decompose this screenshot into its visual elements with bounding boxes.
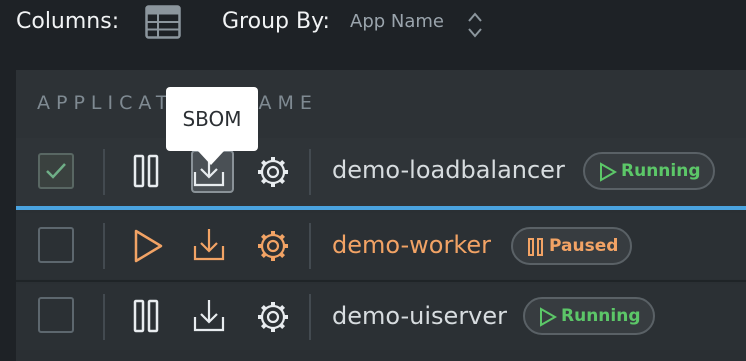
columns-label: Columns: [16, 9, 120, 34]
row-checkbox[interactable] [38, 227, 74, 263]
row-divider [16, 280, 746, 282]
table-header: APPLICATION NAME [16, 70, 746, 138]
play-icon [540, 307, 558, 327]
applications-table: APPLICATION NAME demo-loadbalancer Runni… [16, 70, 746, 361]
table-row[interactable]: demo-loadbalancer Running [16, 138, 746, 206]
table-columns-icon[interactable] [145, 5, 181, 39]
pause-icon[interactable] [131, 153, 165, 191]
gear-icon[interactable] [256, 298, 290, 336]
checkmark-icon [46, 163, 66, 179]
divider [103, 294, 105, 340]
toolbar: Columns: Group By: App Name [0, 0, 746, 60]
download-icon[interactable] [192, 226, 226, 264]
app-name[interactable]: demo-worker [332, 231, 491, 259]
gear-icon[interactable] [256, 153, 290, 191]
status-badge: Running [583, 152, 715, 190]
divider [309, 223, 311, 269]
status-badge: Paused [511, 227, 633, 265]
status-badge: Running [523, 297, 655, 335]
group-by-select[interactable]: App Name [350, 11, 444, 32]
divider [103, 149, 105, 195]
status-label: Running [561, 306, 641, 326]
gear-icon[interactable] [256, 227, 290, 265]
app-name[interactable]: demo-uiserver [332, 302, 507, 330]
divider [309, 294, 311, 340]
play-icon[interactable] [131, 227, 165, 265]
app-name[interactable]: demo-loadbalancer [332, 156, 565, 184]
status-label: Running [621, 161, 701, 181]
status-label: Paused [549, 236, 619, 256]
group-by-label: Group By: [222, 9, 330, 34]
row-checkbox[interactable] [38, 153, 74, 189]
sort-updown-icon[interactable] [466, 10, 484, 40]
play-icon [600, 162, 618, 182]
sbom-tooltip: SBOM [166, 87, 258, 151]
table-row[interactable]: demo-uiserver Running [16, 284, 746, 350]
table-row[interactable]: demo-worker Paused [16, 213, 746, 279]
divider [309, 149, 311, 195]
divider [103, 223, 105, 269]
pause-icon[interactable] [131, 298, 165, 336]
pause-icon [528, 238, 543, 256]
row-checkbox[interactable] [38, 297, 74, 333]
download-icon[interactable] [192, 297, 226, 335]
selection-indicator [16, 206, 746, 210]
tooltip-arrow [198, 151, 224, 165]
